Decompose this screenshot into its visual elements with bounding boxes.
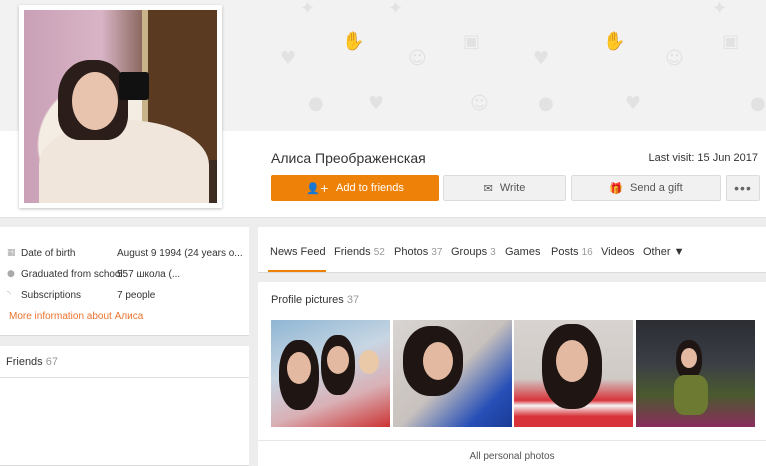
decor-star-icon: ✦ [388,0,404,19]
add-user-icon: 👤+ [306,181,330,195]
decor-heart-icon: ♥ [280,48,297,69]
decor-like-icon: ✋ [603,31,626,52]
rss-icon: ◝ [7,290,11,300]
profile-avatar[interactable] [19,5,222,208]
write-label: Write [499,182,526,194]
profile-pictures-card: Profile pictures 37 All personal photos [258,282,766,466]
info-row-school[interactable]: ● Graduated from school 557 школа (... [7,267,243,281]
info-row-birth: ▦ Date of birth August 9 1994 (24 years … [7,247,243,259]
add-to-friends-button[interactable]: 👤+ Add to friends [271,175,439,201]
write-button[interactable]: ✉ Write [443,175,566,201]
photo-thumbnail[interactable] [393,320,512,427]
all-personal-photos-link[interactable]: All personal photos [258,451,766,462]
tab-videos[interactable]: Videos [601,246,634,258]
decor-like-icon: ✋ [342,31,365,52]
profile-info-card: ▦ Date of birth August 9 1994 (24 years … [0,227,249,336]
decor-ok-icon: ● [750,93,766,114]
decor-photo-icon: ▣ [722,31,740,52]
friends-title[interactable]: Friends 67 [6,356,58,368]
tab-games[interactable]: Games [505,246,540,258]
tab-other[interactable]: Other ▼ [643,246,684,258]
more-actions-button[interactable]: ••• [726,175,760,201]
calendar-icon: ▦ [7,248,16,258]
tab-photos[interactable]: Photos 37 [394,246,442,258]
profile-tabs: News Feed Friends 52 Photos 37 Groups 3 … [258,227,766,273]
decor-heart-icon: ♥ [625,93,642,114]
tab-friends[interactable]: Friends 52 [334,246,385,258]
add-to-friends-label: Add to friends [336,182,404,194]
active-tab-indicator [268,270,326,272]
decor-star-icon: ✦ [300,0,316,19]
more-info-link[interactable]: More information about Алиса [9,311,143,322]
profile-name: Алиса Преображенская [271,150,426,166]
more-dots-icon: ••• [734,180,752,196]
decor-heart-icon: ♥ [533,48,550,69]
decor-smile-icon: ☺ [408,48,427,69]
tab-groups[interactable]: Groups 3 [451,246,496,258]
photo-thumbnail[interactable] [271,320,390,427]
profile-pictures-title[interactable]: Profile pictures 37 [271,294,359,306]
decor-ok-icon: ● [308,93,324,114]
decor-photo-icon: ▣ [463,31,481,52]
friends-card: Friends 67 [0,346,249,466]
send-gift-label: Send a gift [630,182,683,194]
graduation-icon: ● [7,269,15,279]
decor-heart-icon: ♥ [368,93,385,114]
tab-posts[interactable]: Posts 16 [551,246,593,258]
avatar-photo [24,10,217,203]
photo-thumbnail[interactable] [514,320,633,427]
friends-count: 67 [45,356,58,368]
gift-icon: 🎁 [609,181,624,195]
envelope-icon: ✉ [483,181,493,195]
photo-thumbnail[interactable] [636,320,755,427]
decor-star-icon: ✦ [712,0,728,19]
tab-news-feed[interactable]: News Feed [270,246,326,258]
info-row-subscriptions[interactable]: ◝ Subscriptions 7 people [7,288,243,302]
photos-count: 37 [346,294,360,306]
last-visit: Last visit: 15 Jun 2017 [648,152,758,164]
decor-ok-icon: ● [538,93,554,114]
decor-smile-icon: ☺ [470,93,489,114]
send-gift-button[interactable]: 🎁 Send a gift [571,175,721,201]
decor-smile-icon: ☺ [665,48,684,69]
